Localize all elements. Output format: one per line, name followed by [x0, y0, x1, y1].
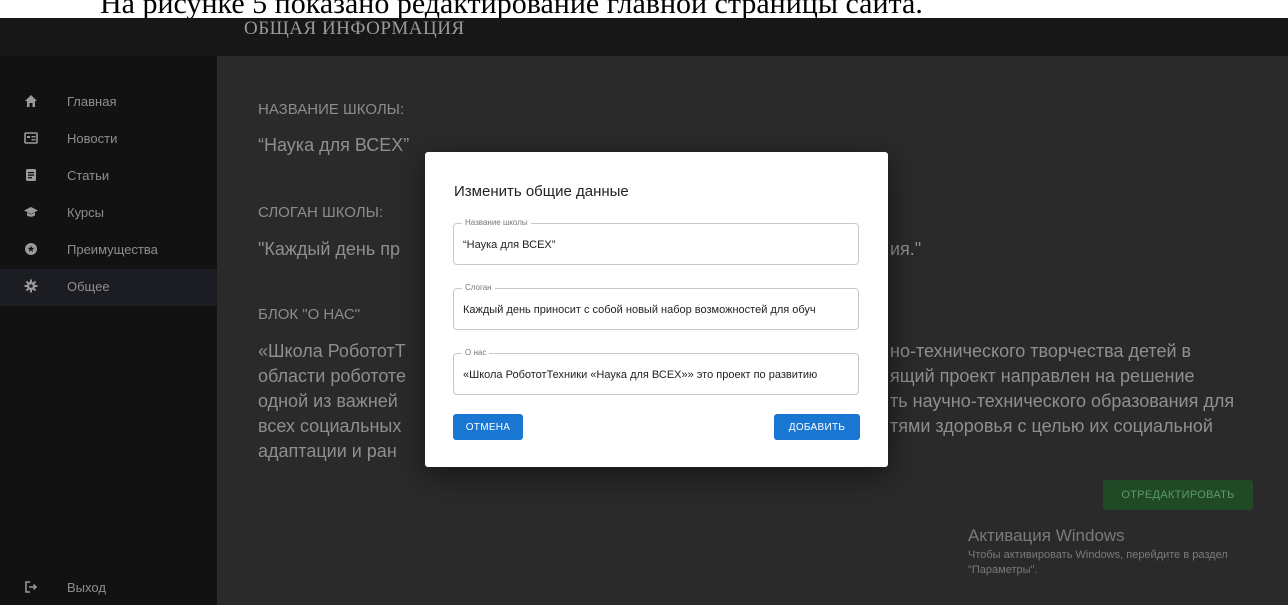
sidebar: Главная Новости Статьи Курсы Преимуществ…	[0, 56, 217, 605]
sidebar-item-articles[interactable]: Статьи	[0, 158, 217, 195]
edit-general-data-dialog: Изменить общие данные Название школы Сло…	[425, 152, 888, 467]
about-text-left-4: всех социальных	[258, 416, 402, 436]
about-text-right-4: тями здоровья с целью их социальной	[890, 416, 1213, 436]
page-title: ОБЩАЯ ИНФОРМАЦИЯ	[244, 18, 465, 39]
activation-text: Чтобы активировать Windows, перейдите в …	[968, 549, 1228, 576]
slogan-input[interactable]	[463, 300, 851, 320]
add-button[interactable]: ДОБАВИТЬ	[774, 414, 860, 440]
about-text-right-1: но-технического творчества детей в	[890, 341, 1192, 361]
article-icon	[23, 167, 39, 183]
activation-title: Активация Windows	[968, 526, 1125, 545]
caption-text: На рисунке 5 показано редактирование гла…	[100, 0, 923, 18]
school-name-field[interactable]: Название школы	[453, 218, 859, 265]
cancel-button[interactable]: ОТМЕНА	[453, 414, 523, 440]
sidebar-item-label: Статьи	[67, 168, 110, 183]
school-name-field-label: Название школы	[462, 218, 531, 227]
about-input[interactable]	[463, 365, 851, 385]
sidebar-item-general[interactable]: Общее	[0, 269, 217, 306]
about-text-left-5: адаптации и ран	[258, 441, 397, 461]
about-field-label: О нас	[462, 348, 490, 357]
slogan-field-label: Слоган	[462, 283, 495, 292]
windows-activation-watermark: Активация Windows Чтобы активировать Win…	[968, 526, 1278, 578]
sidebar-item-label: Общее	[67, 279, 110, 294]
sidebar-item-label: Курсы	[67, 205, 105, 220]
logout-icon	[23, 579, 39, 595]
slogan-value-left: "Каждый день пр	[258, 239, 401, 259]
logout-label: Выход	[67, 580, 106, 595]
dialog-title: Изменить общие данные	[454, 183, 629, 200]
sidebar-item-label: Новости	[67, 131, 118, 146]
sidebar-item-news[interactable]: Новости	[0, 121, 217, 158]
about-text-left-2: области робототе	[258, 366, 406, 386]
edit-button[interactable]: ОТРЕДАКТИРОВАТЬ	[1103, 480, 1253, 510]
sidebar-item-advantages[interactable]: Преимущества	[0, 232, 217, 269]
sidebar-item-label: Преимущества	[67, 242, 158, 257]
school-name-input[interactable]	[463, 235, 851, 255]
slogan-value-right: ия."	[890, 239, 922, 259]
top-bar: ОБЩАЯ ИНФОРМАЦИЯ	[0, 18, 1288, 56]
sidebar-item-logout[interactable]: Выход	[0, 570, 217, 607]
gear-icon	[23, 278, 39, 294]
about-text-left-3: одной из важней	[258, 391, 398, 411]
about-label: БЛОК "О НАС"	[258, 306, 361, 323]
sidebar-item-label: Главная	[67, 94, 117, 109]
about-text-left-1: «Школа РобототТ	[258, 341, 406, 361]
document-caption: На рисунке 5 показано редактирование гла…	[0, 0, 1288, 18]
slogan-label: СЛОГАН ШКОЛЫ:	[258, 204, 384, 221]
newspaper-icon	[23, 130, 39, 146]
slogan-field[interactable]: Слоган	[453, 283, 859, 330]
school-name-label: НАЗВАНИЕ ШКОЛЫ:	[258, 101, 405, 118]
about-text-right-2: ящий проект направлен на решение	[890, 366, 1195, 386]
graduation-cap-icon	[23, 204, 39, 220]
school-name-value: “Наука для ВСЕХ”	[258, 135, 410, 155]
home-icon	[23, 93, 39, 109]
sidebar-item-home[interactable]: Главная	[0, 84, 217, 121]
sidebar-item-courses[interactable]: Курсы	[0, 195, 217, 232]
about-text-right-3: ть научно-технического образования для	[890, 391, 1235, 411]
about-field[interactable]: О нас	[453, 348, 859, 395]
star-circle-icon	[23, 241, 39, 257]
